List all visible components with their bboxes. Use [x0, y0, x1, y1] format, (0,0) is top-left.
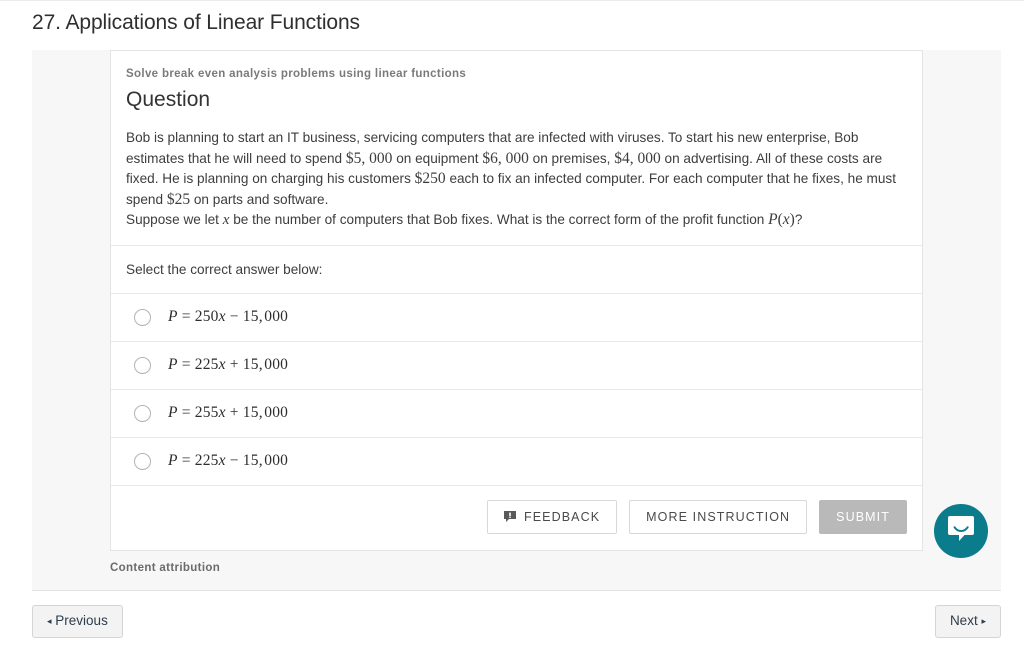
feedback-button[interactable]: FEEDBACK	[486, 499, 618, 534]
feedback-bubble-icon	[503, 511, 516, 522]
answer-option-d[interactable]: P = 225x − 15, 000	[111, 438, 922, 486]
radio-button-d[interactable]	[134, 452, 151, 470]
question-paragraph-2: Suppose we let x be the number of comput…	[126, 210, 907, 231]
assessment-container: Solve break even analysis problems using…	[32, 50, 1001, 590]
chat-launcher-button[interactable]	[934, 504, 988, 558]
question-header: Solve break even analysis problems using…	[111, 51, 922, 246]
content-attribution[interactable]: Content attribution	[32, 551, 1001, 590]
page-title: 27. Applications of Linear Functions	[32, 11, 360, 34]
amount-charge: $250	[414, 170, 446, 187]
next-arrow-icon: ▸	[981, 616, 986, 626]
previous-arrow-icon: ◂	[47, 616, 52, 626]
chat-bubble-smile-icon	[948, 516, 974, 546]
radio-button-a[interactable]	[134, 308, 151, 326]
answer-option-c-label: P = 255x + 15, 000	[168, 404, 289, 421]
previous-button-label: Previous	[55, 613, 108, 628]
radio-button-c[interactable]	[134, 404, 151, 422]
amount-parts: $25	[166, 190, 191, 208]
footer-divider	[32, 590, 1001, 591]
answer-option-c[interactable]: P = 255x + 15, 000	[111, 390, 922, 438]
learning-objective-label: Solve break even analysis problems using…	[126, 68, 467, 80]
variable-x: x	[222, 212, 230, 228]
select-answer-prompt: Select the correct answer below:	[111, 246, 922, 294]
question-heading: Question	[126, 88, 211, 111]
question-text-9: ?	[794, 212, 803, 227]
feedback-button-label: FEEDBACK	[523, 509, 601, 524]
submit-button[interactable]: SUBMIT	[819, 499, 907, 534]
amount-advertising: $4, 000	[614, 149, 661, 167]
question-paragraph-1: Bob is planning to start an IT business,…	[126, 128, 907, 210]
question-text-3: on premises,	[532, 150, 611, 166]
answer-option-a-label: P = 250x − 15, 000	[168, 308, 289, 325]
answer-option-d-label: P = 225x − 15, 000	[168, 452, 289, 469]
question-card: Solve break even analysis problems using…	[110, 50, 923, 551]
answer-option-b-label: P = 225x + 15, 000	[168, 356, 289, 373]
amount-premises: $6, 000	[482, 149, 529, 167]
next-button-label: Next	[949, 613, 978, 628]
question-body: Bob is planning to start an IT business,…	[126, 128, 907, 231]
answer-option-b[interactable]: P = 225x + 15, 000	[111, 342, 922, 390]
question-actions: FEEDBACK MORE INSTRUCTION SUBMIT	[111, 486, 922, 550]
answer-option-a[interactable]: P = 250x − 15, 000	[111, 294, 922, 342]
more-instruction-button[interactable]: MORE INSTRUCTION	[629, 499, 808, 534]
question-text-8: be the number of computers that Bob fixe…	[233, 212, 765, 227]
question-text-2: on equipment	[396, 150, 479, 166]
footer-navigation: ◂ Previous Next ▸	[32, 605, 1001, 638]
question-text-6: on parts and software.	[193, 191, 329, 207]
previous-button[interactable]: ◂ Previous	[32, 605, 123, 638]
radio-button-b[interactable]	[134, 356, 151, 374]
profit-function: P(x)	[768, 211, 795, 228]
question-text-7: Suppose we let	[126, 212, 219, 227]
amount-equipment: $5, 000	[345, 149, 393, 167]
next-button[interactable]: Next ▸	[934, 605, 1001, 638]
